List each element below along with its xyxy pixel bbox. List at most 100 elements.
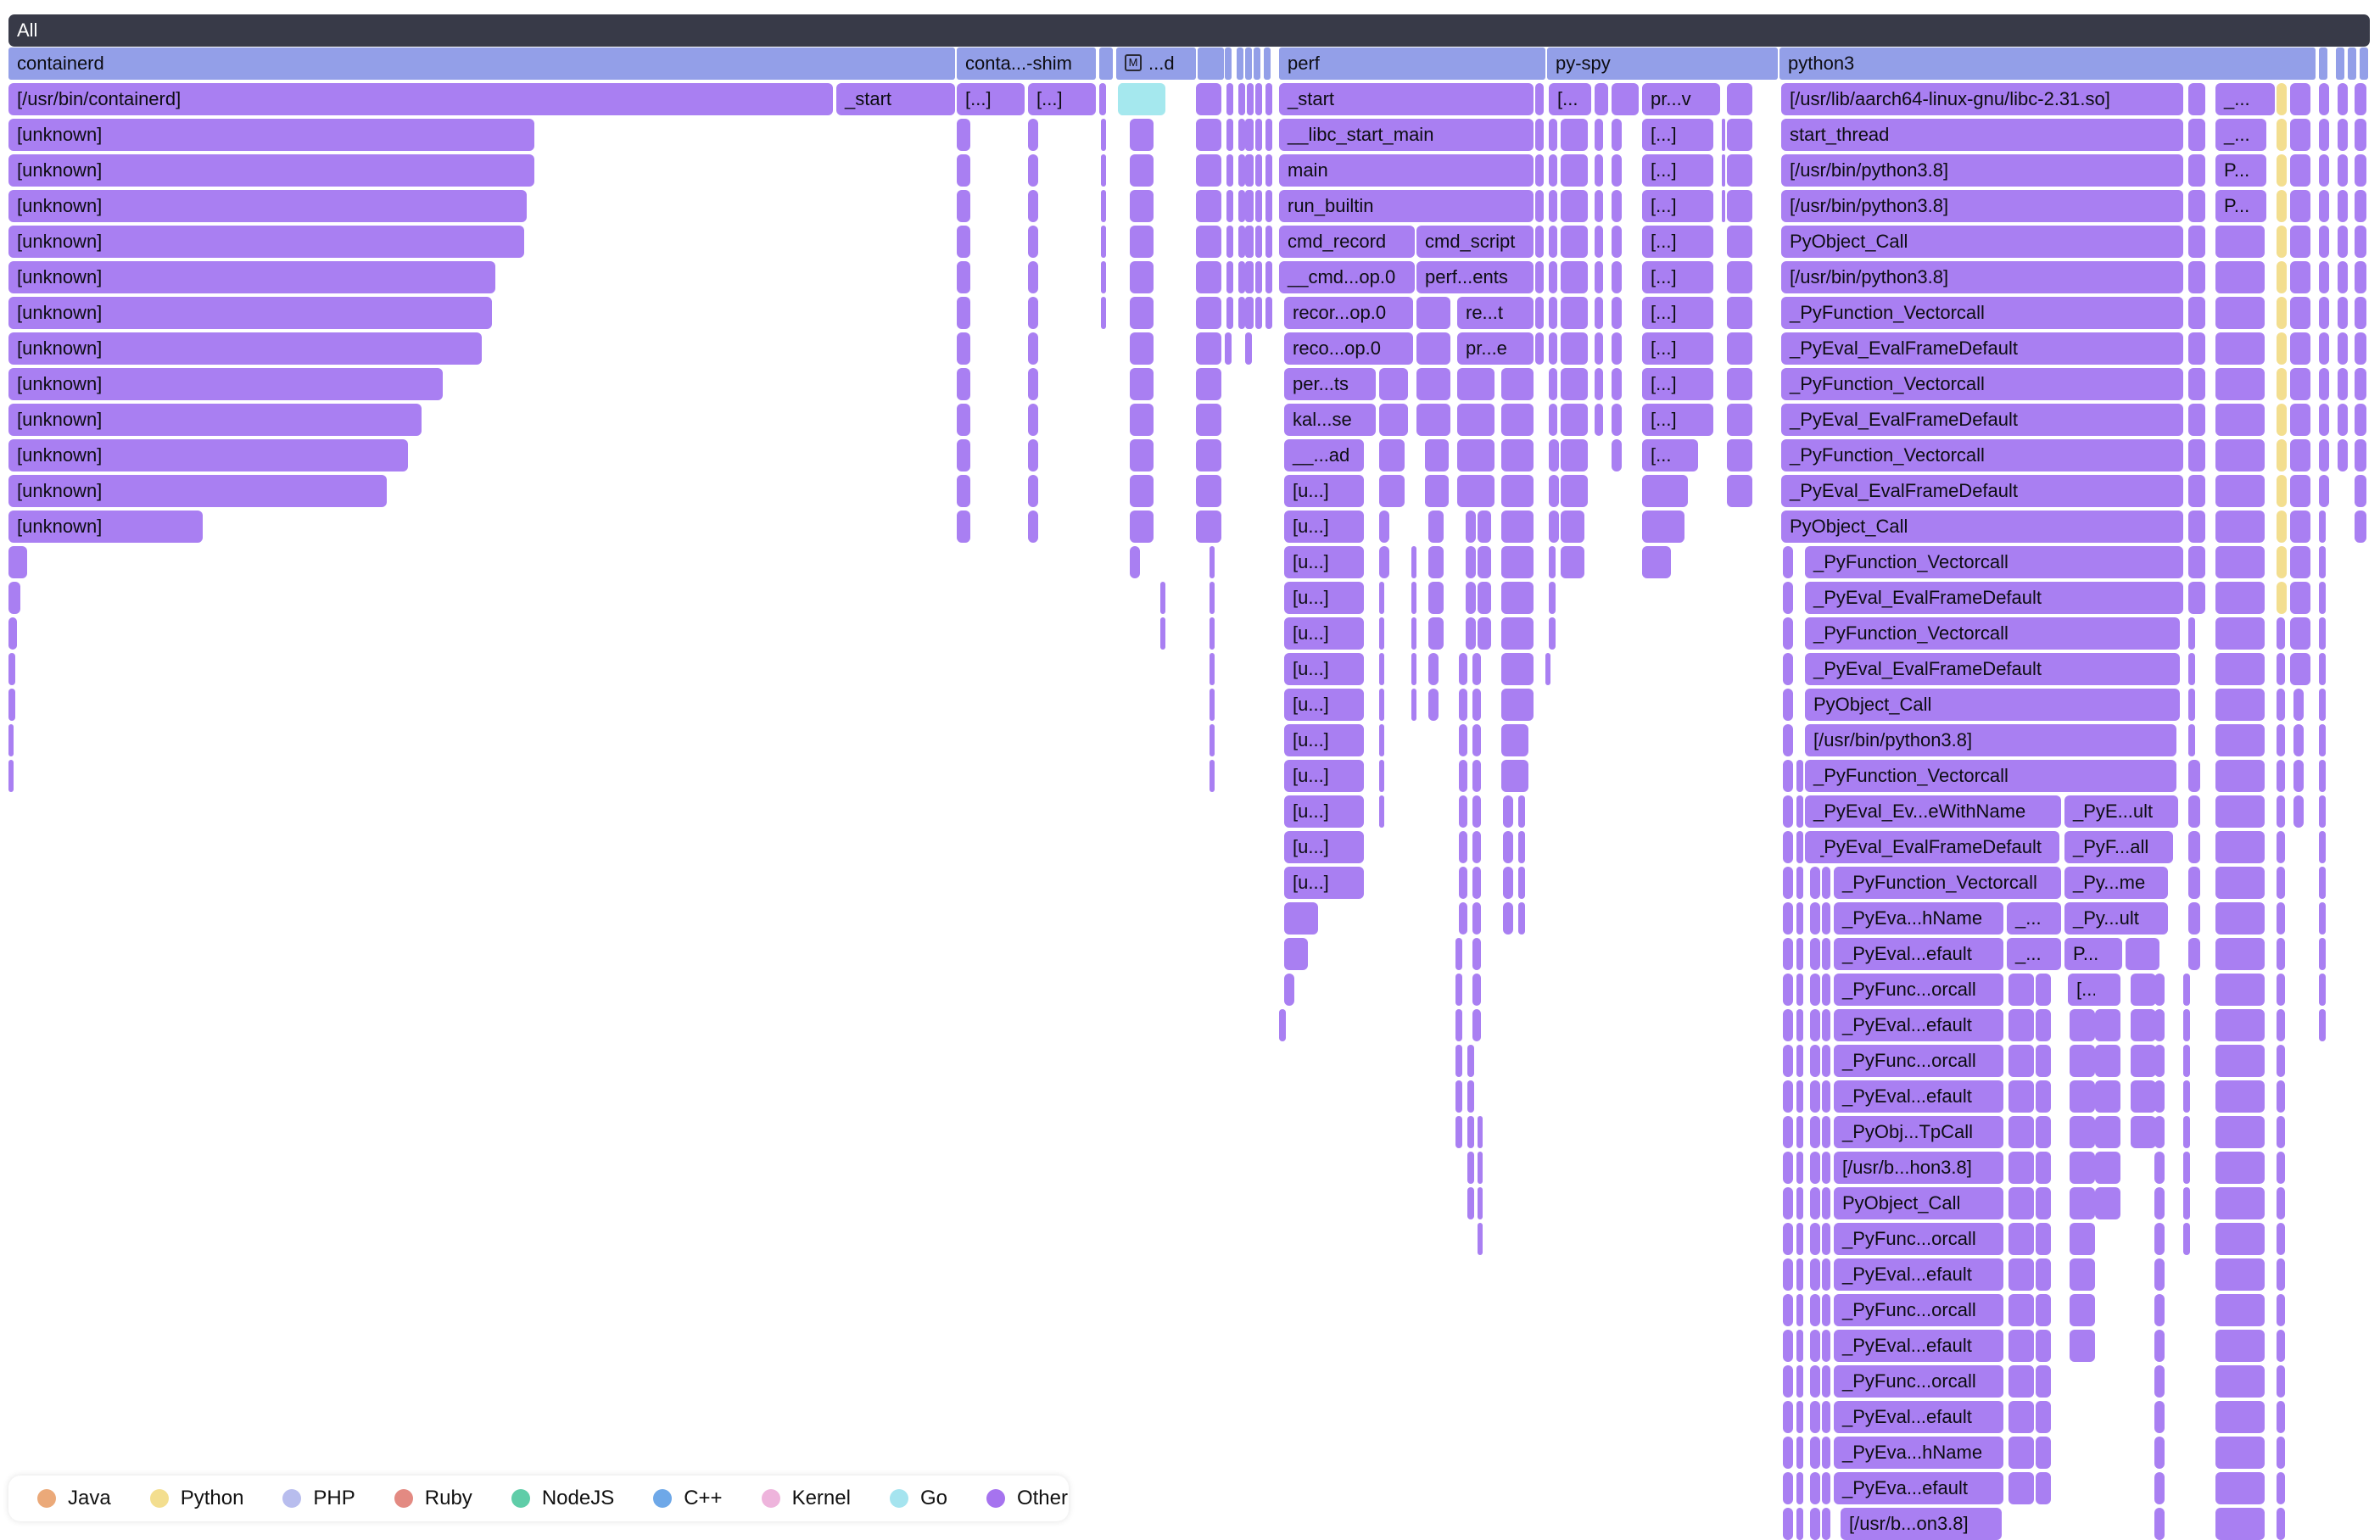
frame-process-py-spy[interactable]: py-spy [1547, 47, 1778, 80]
frame-sliver[interactable] [1472, 1009, 1481, 1041]
frame-sliver[interactable] [1783, 1258, 1793, 1291]
frame-sliver[interactable] [2215, 760, 2265, 792]
frame-sliver[interactable] [1535, 154, 1544, 187]
frame-process-small[interactable] [2348, 47, 2356, 80]
frame-sliver[interactable] [2095, 1116, 2120, 1148]
frame-perf-unknown[interactable]: [u...] [1284, 653, 1364, 685]
frame-sliver[interactable] [2215, 297, 2265, 329]
frame-sliver[interactable] [1467, 1116, 1474, 1148]
frame-pyspy-tail[interactable] [1642, 475, 1688, 507]
frame-sliver[interactable] [1467, 1152, 1474, 1184]
frame-sliver[interactable] [1459, 795, 1467, 828]
frame-sliver[interactable] [2277, 617, 2285, 650]
frame-sliver[interactable] [1727, 154, 1752, 187]
frame-sliver[interactable] [2154, 1223, 2165, 1255]
frame-perf-unknown[interactable]: [u...] [1284, 724, 1364, 756]
frame-sliver[interactable] [1028, 261, 1038, 293]
frame-sliver[interactable] [1265, 190, 1272, 222]
frame-sliver[interactable] [1265, 154, 1272, 187]
frame-sliver[interactable] [2277, 1187, 2285, 1219]
frame-sliver[interactable] [2154, 1401, 2165, 1433]
frame-perf-cmd-script[interactable]: cmd_script [1416, 226, 1534, 258]
frame-sliver[interactable] [1379, 546, 1389, 578]
frame-sliver[interactable] [1457, 404, 1494, 436]
frame-sliver[interactable] [2095, 1080, 2120, 1113]
frame-sliver[interactable] [2215, 404, 2265, 436]
frame-py-small-a[interactable]: _... [2215, 83, 2275, 115]
frame-sliver[interactable] [1810, 1116, 1820, 1148]
frame-sliver[interactable] [1810, 938, 1820, 970]
frame-sliver[interactable] [1472, 653, 1481, 685]
frame-sliver[interactable] [2188, 724, 2195, 756]
frame-py-start-thread[interactable]: start_thread [1781, 119, 2183, 151]
frame-sliver[interactable] [1796, 1009, 1803, 1041]
frame-sliver[interactable] [1028, 368, 1038, 400]
frame-process-m-d[interactable]: M ...d [1116, 47, 1196, 80]
frame-sliver[interactable] [2036, 1080, 2051, 1113]
frame-sliver[interactable] [1225, 332, 1232, 365]
frame-sliver[interactable] [1130, 226, 1154, 258]
frame-sliver[interactable] [2319, 902, 2326, 935]
frame-sliver[interactable] [2008, 1401, 2034, 1433]
frame-sliver[interactable] [1822, 1330, 1830, 1362]
frame-sliver[interactable] [957, 511, 970, 543]
frame-sliver[interactable] [1279, 1009, 1286, 1041]
frame-sliver[interactable] [1130, 475, 1154, 507]
frame-sliver[interactable] [2215, 689, 2265, 721]
frame-py-pyfunc_orcall[interactable]: _PyFunc...orcall [1834, 1045, 2003, 1077]
frame-sliver[interactable] [2008, 1116, 2034, 1148]
frame-sliver[interactable] [1130, 297, 1154, 329]
frame-sliver[interactable] [2215, 226, 2265, 258]
frame-sliver[interactable] [957, 190, 970, 222]
frame-sliver[interactable] [1518, 795, 1525, 828]
frame-py-call[interactable]: PyObject_Call [1781, 226, 2183, 258]
frame-sliver[interactable] [1810, 1080, 1820, 1113]
frame-sliver[interactable] [2277, 83, 2287, 115]
frame-sliver[interactable] [2338, 332, 2348, 365]
frame-pyspy-dots[interactable]: [...] [1642, 404, 1713, 436]
frame-sliver[interactable] [2221, 1294, 2249, 1326]
frame-sliver[interactable] [2221, 1401, 2249, 1433]
frame-sliver[interactable] [2277, 938, 2285, 970]
frame-sliver[interactable] [1822, 1009, 1830, 1041]
frame-sliver[interactable] [2319, 724, 2326, 756]
frame-sliver[interactable] [2293, 760, 2304, 792]
frame-sliver[interactable] [2290, 546, 2310, 578]
frame-sliver[interactable] [2277, 261, 2287, 293]
frame-sliver[interactable] [1130, 190, 1154, 222]
frame-perf-unknown[interactable]: [u...] [1284, 867, 1364, 899]
frame-sliver[interactable] [2221, 1330, 2249, 1362]
frame-sliver[interactable] [1549, 439, 1559, 471]
frame-process-python3[interactable]: python3 [1779, 47, 2316, 80]
frame-sliver[interactable] [2131, 1009, 2156, 1041]
frame-sliver[interactable] [1783, 1152, 1793, 1184]
frame-sliver[interactable] [1549, 154, 1557, 187]
frame-sliver[interactable] [2277, 368, 2287, 400]
frame-sliver[interactable] [1783, 760, 1793, 792]
frame-sliver[interactable] [2036, 1116, 2051, 1148]
frame-sliver[interactable] [1549, 404, 1557, 436]
frame-sliver[interactable] [1028, 439, 1038, 471]
frame-sliver[interactable] [2319, 190, 2329, 222]
frame-containerd-unknown[interactable]: [unknown] [8, 511, 203, 543]
frame-sliver[interactable] [2188, 190, 2205, 222]
frame-sliver[interactable] [1822, 1437, 1830, 1469]
frame-pyspy-small[interactable] [1595, 83, 1608, 115]
frame-sliver[interactable] [2355, 190, 2366, 222]
frame-sliver[interactable] [1501, 546, 1534, 578]
frame-sliver[interactable] [2183, 1223, 2190, 1255]
frame-sliver[interactable] [1472, 974, 1481, 1006]
frame-sliver[interactable] [1428, 653, 1439, 685]
frame-perf-unknown[interactable]: [u...] [1284, 760, 1364, 792]
frame-process-small[interactable] [1225, 47, 1232, 80]
frame-sliver[interactable] [2036, 1258, 2051, 1291]
frame-sliver[interactable] [1727, 119, 1752, 151]
frame-sliver[interactable] [2188, 653, 2195, 685]
frame-sliver[interactable] [2277, 439, 2287, 471]
frame-sliver[interactable] [8, 689, 15, 721]
frame-sliver[interactable] [1028, 190, 1038, 222]
frame-py-call[interactable]: PyObject_Call [1781, 511, 2183, 543]
frame-py-bin[interactable]: [/usr/bin/python3.8] [1781, 190, 2183, 222]
frame-containerd-unknown[interactable]: [unknown] [8, 332, 482, 365]
frame-sliver[interactable] [1561, 190, 1588, 222]
